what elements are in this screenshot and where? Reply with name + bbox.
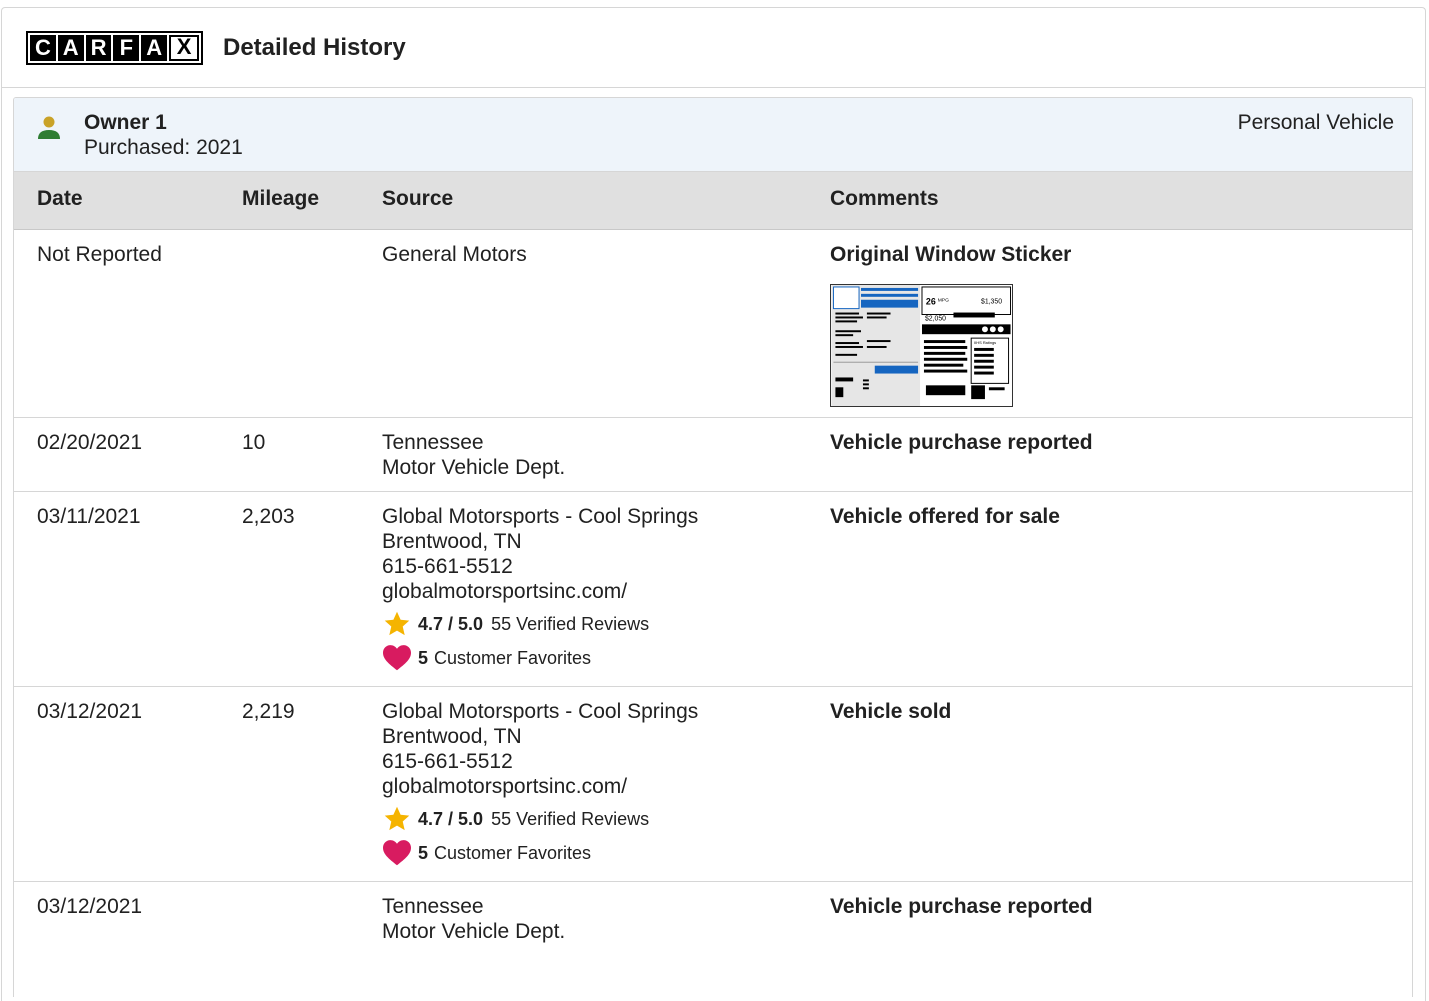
sticker-iihs: IIHS Ratings — [974, 340, 996, 345]
date-cell: 03/12/2021 — [37, 895, 143, 918]
dealer-website-link[interactable]: globalmotorsportsinc.com/ — [382, 774, 698, 799]
owner-bar: Owner 1 Purchased: 2021 Personal Vehicle — [14, 98, 1412, 172]
dealer-name-link[interactable]: Global Motorsports - Cool Springs — [382, 699, 698, 724]
carfax-logo: C A R F A X — [26, 30, 203, 65]
date-cell: 03/11/2021 — [37, 505, 141, 528]
source-cell: Global Motorsports - Cool Springs Brentw… — [382, 504, 698, 672]
favorites-count: 5 — [418, 647, 429, 668]
star-icon — [382, 805, 412, 833]
column-header-source: Source — [382, 187, 454, 210]
sticker-cost: $2,050 — [925, 315, 946, 322]
mileage-cell: 2,203 — [242, 505, 295, 528]
table-row: 03/11/2021 2,203 Global Motorsports - Co… — [14, 492, 1412, 687]
dealer-rating[interactable]: 4.7 / 5.0 55 Verified Reviews — [382, 805, 698, 833]
heart-icon — [382, 644, 412, 672]
person-icon — [38, 116, 60, 139]
favorites-count: 5 — [418, 842, 429, 863]
date-cell: 02/20/2021 — [37, 431, 143, 454]
column-header-comments: Comments — [830, 187, 939, 210]
source-cell: Tennessee Motor Vehicle Dept. — [382, 894, 565, 944]
review-count: 55 Verified Reviews — [491, 613, 650, 634]
logo-letter: C — [30, 34, 56, 61]
heart-icon — [382, 839, 412, 867]
window-sticker-thumbnail[interactable]: 26 MPG $1,350 $2,050 IIHS Ratings — [830, 284, 1013, 407]
source-cell: Tennessee Motor Vehicle Dept. — [382, 430, 565, 480]
source-line: Motor Vehicle Dept. — [382, 456, 566, 479]
customer-favorites[interactable]: 5 Customer Favorites — [382, 839, 698, 867]
mileage-cell: 10 — [242, 431, 266, 454]
card-header: C A R F A X Detailed History — [2, 8, 1425, 88]
customer-favorites[interactable]: 5 Customer Favorites — [382, 644, 698, 672]
owner-name: Owner 1 — [84, 111, 167, 134]
logo-letter: R — [85, 34, 112, 61]
sticker-mpg-unit: MPG — [938, 298, 949, 304]
table-row: 03/12/2021 2,219 Global Motorsports - Co… — [14, 687, 1412, 882]
logo-letter: F — [113, 34, 140, 61]
comment-cell: Vehicle purchase reported — [830, 431, 1093, 454]
table-header: Date Mileage Source Comments — [14, 172, 1412, 230]
source-cell: General Motors — [382, 242, 527, 267]
table-row: 03/12/2021 Tennessee Motor Vehicle Dept.… — [14, 882, 1412, 962]
date-cell: Not Reported — [37, 243, 162, 266]
dealer-phone[interactable]: 615-661-5512 — [382, 554, 698, 579]
rating-value: 4.7 / 5.0 — [418, 808, 484, 829]
review-count: 55 Verified Reviews — [491, 808, 650, 829]
comment-cell[interactable]: Original Window Sticker — [830, 242, 1071, 267]
date-cell: 03/12/2021 — [37, 700, 143, 723]
source-line: Tennessee — [382, 431, 484, 454]
logo-letter: A — [57, 34, 84, 61]
owner-purchased: Purchased: 2021 — [84, 136, 243, 159]
favorites-label: Customer Favorites — [434, 647, 592, 668]
source-cell: Global Motorsports - Cool Springs Brentw… — [382, 699, 698, 867]
logo-letter: X — [169, 34, 199, 61]
logo-letter: A — [141, 34, 168, 61]
source-line: Tennessee — [382, 895, 484, 918]
star-icon — [382, 610, 412, 638]
sticker-mpg: 26 — [926, 297, 936, 307]
source-line: Brentwood, TN — [382, 725, 522, 748]
source-line: Brentwood, TN — [382, 530, 522, 553]
source-line: General Motors — [382, 243, 527, 266]
dealer-rating[interactable]: 4.7 / 5.0 55 Verified Reviews — [382, 610, 698, 638]
section-title: Detailed History — [223, 33, 406, 61]
column-header-date: Date — [37, 187, 83, 210]
column-header-mileage: Mileage — [242, 187, 320, 210]
mileage-cell: 2,219 — [242, 700, 295, 723]
source-line: Motor Vehicle Dept. — [382, 920, 566, 943]
dealer-website-link[interactable]: globalmotorsportsinc.com/ — [382, 579, 698, 604]
table-row: 02/20/2021 10 Tennessee Motor Vehicle De… — [14, 418, 1412, 492]
owner-panel: Owner 1 Purchased: 2021 Personal Vehicle… — [13, 97, 1413, 997]
owner-type: Personal Vehicle — [1237, 111, 1394, 134]
comment-cell: Vehicle purchase reported — [830, 895, 1093, 918]
favorites-label: Customer Favorites — [434, 842, 592, 863]
dealer-name-link[interactable]: Global Motorsports - Cool Springs — [382, 504, 698, 529]
comment-cell: Vehicle sold — [830, 700, 952, 723]
comment-cell: Vehicle offered for sale — [830, 505, 1060, 528]
dealer-phone[interactable]: 615-661-5512 — [382, 749, 698, 774]
rating-value: 4.7 / 5.0 — [418, 613, 484, 634]
table-row: Not Reported General Motors Original Win… — [14, 230, 1412, 418]
sticker-savings: $1,350 — [981, 299, 1002, 306]
